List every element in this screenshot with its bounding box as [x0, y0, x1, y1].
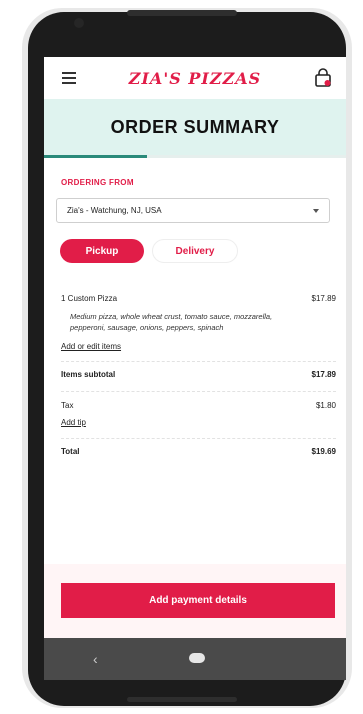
subtotal-value: $17.89	[311, 370, 336, 379]
total-value: $19.69	[311, 447, 336, 456]
add-edit-items-link[interactable]: Add or edit items	[61, 342, 121, 351]
menu-icon[interactable]	[62, 72, 76, 84]
divider	[61, 361, 336, 362]
bottom-speaker	[127, 697, 237, 702]
location-value: Zia's - Watchung, NJ, USA	[67, 206, 162, 215]
add-payment-details-button[interactable]: Add payment details	[61, 583, 335, 618]
item-name: 1 Custom Pizza	[61, 294, 118, 303]
ordering-from-label: ORDERING FROM	[61, 178, 134, 187]
progress-track	[44, 155, 346, 158]
delivery-button[interactable]: Delivery	[152, 239, 238, 263]
pickup-button[interactable]: Pickup	[60, 239, 144, 263]
system-nav-bar: ‹	[44, 638, 346, 680]
tax-value: $1.80	[315, 401, 336, 410]
back-icon[interactable]: ‹	[93, 651, 98, 667]
subtotal-label: Items subtotal	[61, 370, 116, 379]
location-select[interactable]: Zia's - Watchung, NJ, USA	[56, 198, 330, 223]
title-band: ORDER SUMMARY	[44, 99, 346, 155]
tax-label: Tax	[61, 401, 74, 410]
brand-logo: ZIA'S PIZZAS	[128, 68, 262, 88]
home-icon[interactable]	[189, 653, 205, 663]
divider	[61, 438, 336, 439]
add-tip-link[interactable]: Add tip	[61, 418, 86, 427]
front-camera	[74, 18, 84, 28]
shopping-bag-icon[interactable]	[314, 68, 332, 88]
top-speaker	[127, 10, 237, 16]
item-description: Medium pizza, whole wheat crust, tomato …	[70, 312, 273, 332]
app-screen: ZIA'S PIZZAS ORDER SUMMARY ORDERING FROM…	[44, 57, 346, 680]
checkout-footer: Add payment details	[44, 564, 346, 638]
page-title: ORDER SUMMARY	[110, 116, 280, 137]
app-header: ZIA'S PIZZAS	[44, 57, 346, 99]
divider	[61, 391, 336, 392]
chevron-down-icon	[313, 209, 319, 213]
progress-fill	[44, 155, 147, 158]
total-label: Total	[61, 447, 80, 456]
item-price: $17.89	[311, 294, 336, 303]
